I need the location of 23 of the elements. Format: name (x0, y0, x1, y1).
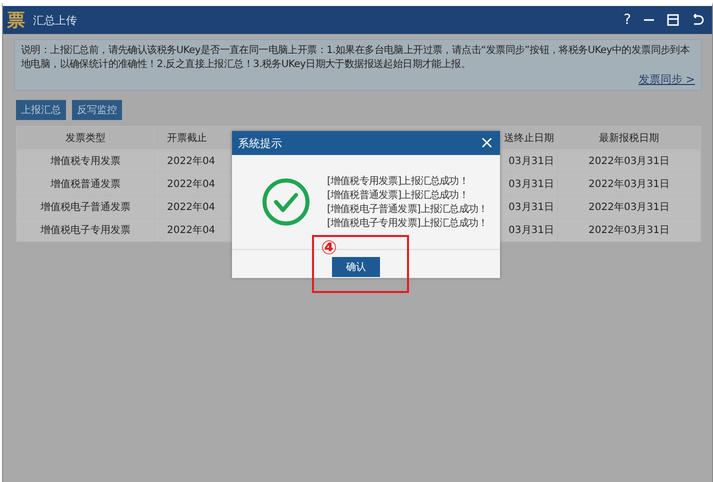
help-button[interactable]: ? (624, 12, 631, 28)
column-header: 最新报税日期 (558, 126, 700, 150)
invoice-sync-link[interactable]: 发票同步 > (638, 72, 695, 87)
notice-text: 说明：上报汇总前，请先确认该税务UKey是否一直在同一电脑上开票：1.如果在多台电脑上开过票，请点击“发票同步”按钮，将税务UKey中的发票同步到本地电脑，以确保统计的准确性！2.反之直接上报汇总！3.税务UKey日期大于数据报送起始日期才能上报。 (21, 44, 691, 72)
confirm-button[interactable]: 确认 (332, 257, 380, 277)
app-logo: 票 (7, 9, 25, 32)
maximize-icon[interactable] (667, 14, 679, 26)
toolbar-button[interactable]: 上报汇总 (16, 100, 66, 120)
dialog-title: 系統提示 (238, 136, 282, 150)
table-cell: 增值税普通发票 (16, 172, 154, 196)
close-button[interactable]: × (480, 134, 494, 152)
column-header: 发票类型 (16, 126, 154, 150)
table-cell: 增值税电子专用发票 (16, 218, 154, 242)
table-cell: 2022年03月31日 (558, 150, 700, 172)
table-cell: 2022年03月31日 (558, 196, 700, 218)
table-cell: 2022年03月31日 (558, 218, 700, 242)
toolbar-button[interactable]: 反写监控 (72, 100, 122, 120)
table-cell: 增值税电子普通发票 (16, 196, 154, 218)
table-cell: 2022年03月31日 (558, 172, 700, 196)
undo-icon[interactable] (691, 14, 704, 26)
window-title: 汇总上传 (33, 12, 77, 28)
success-check-icon (262, 178, 310, 226)
table-cell: 增值税专用发票 (16, 150, 154, 172)
